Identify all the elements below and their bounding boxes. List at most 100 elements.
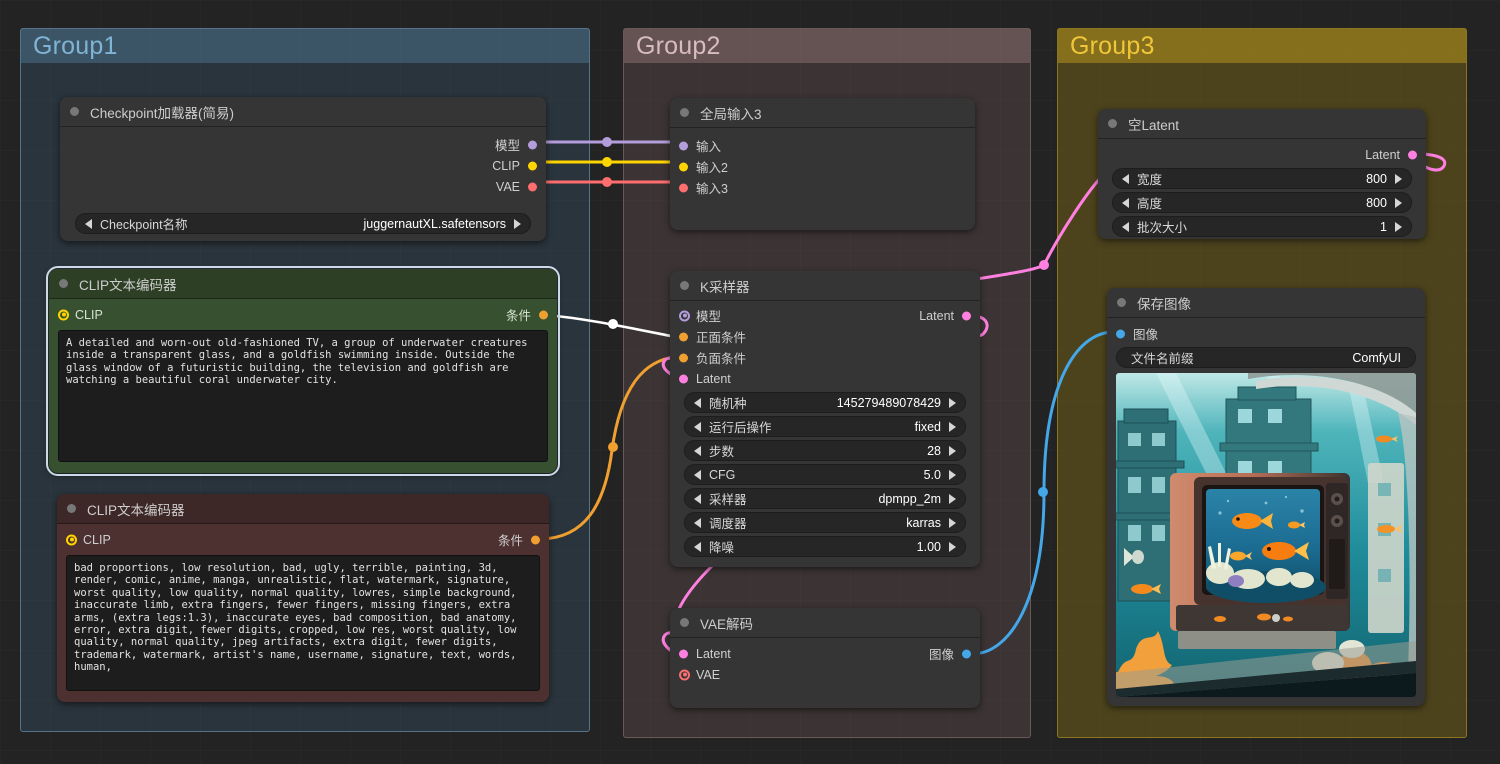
arrow-left-icon[interactable] <box>694 517 701 528</box>
port-dot-negative[interactable] <box>679 353 688 362</box>
output-port-model[interactable]: 模型 <box>60 134 546 155</box>
collapse-icon[interactable] <box>59 279 68 288</box>
port-dot-model[interactable] <box>528 140 537 149</box>
port-dot-vae[interactable] <box>528 182 537 191</box>
arrow-right-icon[interactable] <box>1395 197 1402 208</box>
arrow-left-icon[interactable] <box>1122 197 1129 208</box>
arrow-right-icon[interactable] <box>514 218 521 229</box>
input-port-1[interactable]: 输入 <box>670 135 975 156</box>
arrow-left-icon[interactable] <box>694 541 701 552</box>
widget-scheduler[interactable]: 调度器 karras <box>684 512 966 533</box>
output-port-latent[interactable]: Latent <box>1098 144 1426 165</box>
port-dot-positive[interactable] <box>679 332 688 341</box>
node-vae-decode[interactable]: VAE解码 Latent 图像 VAE <box>670 608 980 708</box>
arrow-left-icon[interactable] <box>1122 221 1129 232</box>
arrow-left-icon[interactable] <box>694 421 701 432</box>
port-dot-conditioning-output[interactable] <box>531 535 540 544</box>
input-port-image[interactable]: 图像 <box>1107 323 1425 344</box>
arrow-left-icon[interactable] <box>85 218 92 229</box>
textarea-negative-prompt[interactable]: bad proportions, low resolution, bad, ug… <box>66 555 540 691</box>
input-port-latent[interactable]: Latent <box>670 368 980 389</box>
node-header-checkpoint-loader[interactable]: Checkpoint加载器(简易) <box>60 97 546 127</box>
widget-sampler-name[interactable]: 采样器 dpmpp_2m <box>684 488 966 509</box>
node-ksampler[interactable]: K采样器 模型 Latent 正面条件 负面条件 Latent 随机种 1452… <box>670 271 980 567</box>
port-dot-model-input[interactable] <box>679 310 690 321</box>
collapse-icon[interactable] <box>1117 298 1126 307</box>
arrow-right-icon[interactable] <box>949 517 956 528</box>
input-port-positive[interactable]: 正面条件 <box>670 326 980 347</box>
port-dot-input-3[interactable] <box>679 183 688 192</box>
group-title-group2[interactable]: Group2 <box>624 29 1030 63</box>
node-header-empty-latent[interactable]: 空Latent <box>1098 109 1426 139</box>
image-preview[interactable] <box>1116 373 1416 697</box>
widget-cfg[interactable]: CFG 5.0 <box>684 464 966 485</box>
port-dot-clip-input[interactable] <box>66 534 77 545</box>
collapse-icon[interactable] <box>67 504 76 513</box>
input-port-vae[interactable]: VAE <box>670 664 980 685</box>
port-dot-latent-output[interactable] <box>1408 150 1417 159</box>
arrow-right-icon[interactable] <box>949 541 956 552</box>
arrow-right-icon[interactable] <box>949 397 956 408</box>
arrow-right-icon[interactable] <box>1395 221 1402 232</box>
widget-filename-prefix[interactable]: 文件名前缀 ComfyUI <box>1116 347 1416 368</box>
node-clip-text-encode-positive[interactable]: CLIP文本编码器 CLIP 条件 A detailed and worn-ou… <box>46 266 560 476</box>
node-global-input[interactable]: 全局输入3 输入 输入2 输入3 <box>670 98 975 230</box>
arrow-right-icon[interactable] <box>949 493 956 504</box>
port-dot-latent-input[interactable] <box>679 374 688 383</box>
arrow-right-icon[interactable] <box>949 445 956 456</box>
port-dot-latent-input[interactable] <box>679 649 688 658</box>
output-port-clip[interactable]: CLIP <box>60 155 546 176</box>
node-header-save-image[interactable]: 保存图像 <box>1107 288 1425 318</box>
node-header-clip-negative[interactable]: CLIP文本编码器 <box>57 494 549 524</box>
port-row-clip-positive[interactable]: CLIP 条件 <box>49 304 557 325</box>
widget-checkpoint-name[interactable]: Checkpoint名称 juggernautXL.safetensors <box>75 213 531 234</box>
node-header-clip-positive[interactable]: CLIP文本编码器 <box>49 269 557 299</box>
node-header-vae-decode[interactable]: VAE解码 <box>670 608 980 638</box>
node-clip-text-encode-negative[interactable]: CLIP文本编码器 CLIP 条件 bad proportions, low r… <box>57 494 549 702</box>
collapse-icon[interactable] <box>680 618 689 627</box>
port-dot-input-2[interactable] <box>679 162 688 171</box>
node-header-global-input[interactable]: 全局输入3 <box>670 98 975 128</box>
textarea-positive-prompt[interactable]: A detailed and worn-out old-fashioned TV… <box>58 330 548 462</box>
arrow-right-icon[interactable] <box>949 421 956 432</box>
collapse-icon[interactable] <box>680 108 689 117</box>
port-dot-clip[interactable] <box>528 161 537 170</box>
node-checkpoint-loader[interactable]: Checkpoint加载器(简易) 模型 CLIP VAE Checkpoint… <box>60 97 546 241</box>
widget-height[interactable]: 高度 800 <box>1112 192 1412 213</box>
node-header-ksampler[interactable]: K采样器 <box>670 271 980 301</box>
widget-denoise[interactable]: 降噪 1.00 <box>684 536 966 557</box>
input-port-negative[interactable]: 负面条件 <box>670 347 980 368</box>
group-title-group3[interactable]: Group3 <box>1058 29 1466 63</box>
port-dot-image-output[interactable] <box>962 649 971 658</box>
port-dot-vae-input[interactable] <box>679 669 690 680</box>
input-port-3[interactable]: 输入3 <box>670 177 975 198</box>
port-row-latent-and-image[interactable]: Latent 图像 <box>670 643 980 664</box>
port-row-clip-negative[interactable]: CLIP 条件 <box>57 529 549 550</box>
widget-steps[interactable]: 步数 28 <box>684 440 966 461</box>
widget-seed[interactable]: 随机种 145279489078429 <box>684 392 966 413</box>
widget-width[interactable]: 宽度 800 <box>1112 168 1412 189</box>
port-dot-conditioning-output[interactable] <box>539 310 548 319</box>
node-save-image[interactable]: 保存图像 图像 文件名前缀 ComfyUI <box>1107 288 1425 706</box>
group-title-group1[interactable]: Group1 <box>21 29 589 63</box>
arrow-right-icon[interactable] <box>1395 173 1402 184</box>
node-empty-latent-image[interactable]: 空Latent Latent 宽度 800 高度 800 批次大小 1 <box>1098 109 1426 239</box>
arrow-right-icon[interactable] <box>949 469 956 480</box>
arrow-left-icon[interactable] <box>694 445 701 456</box>
node-graph-canvas[interactable]: Group1 Group2 Group3 Checkpoint加载器(简易) 模… <box>0 0 1500 764</box>
widget-control-after-generate[interactable]: 运行后操作 fixed <box>684 416 966 437</box>
collapse-icon[interactable] <box>1108 119 1117 128</box>
collapse-icon[interactable] <box>680 281 689 290</box>
arrow-left-icon[interactable] <box>694 493 701 504</box>
port-dot-input-1[interactable] <box>679 141 688 150</box>
port-dot-image-input[interactable] <box>1116 329 1125 338</box>
arrow-left-icon[interactable] <box>694 397 701 408</box>
port-dot-clip-input[interactable] <box>58 309 69 320</box>
arrow-left-icon[interactable] <box>1122 173 1129 184</box>
collapse-icon[interactable] <box>70 107 79 116</box>
output-port-vae[interactable]: VAE <box>60 176 546 197</box>
port-dot-latent-output[interactable] <box>962 311 971 320</box>
widget-batch-size[interactable]: 批次大小 1 <box>1112 216 1412 237</box>
port-row-model-and-latent-out[interactable]: 模型 Latent <box>670 305 980 326</box>
arrow-left-icon[interactable] <box>694 469 701 480</box>
